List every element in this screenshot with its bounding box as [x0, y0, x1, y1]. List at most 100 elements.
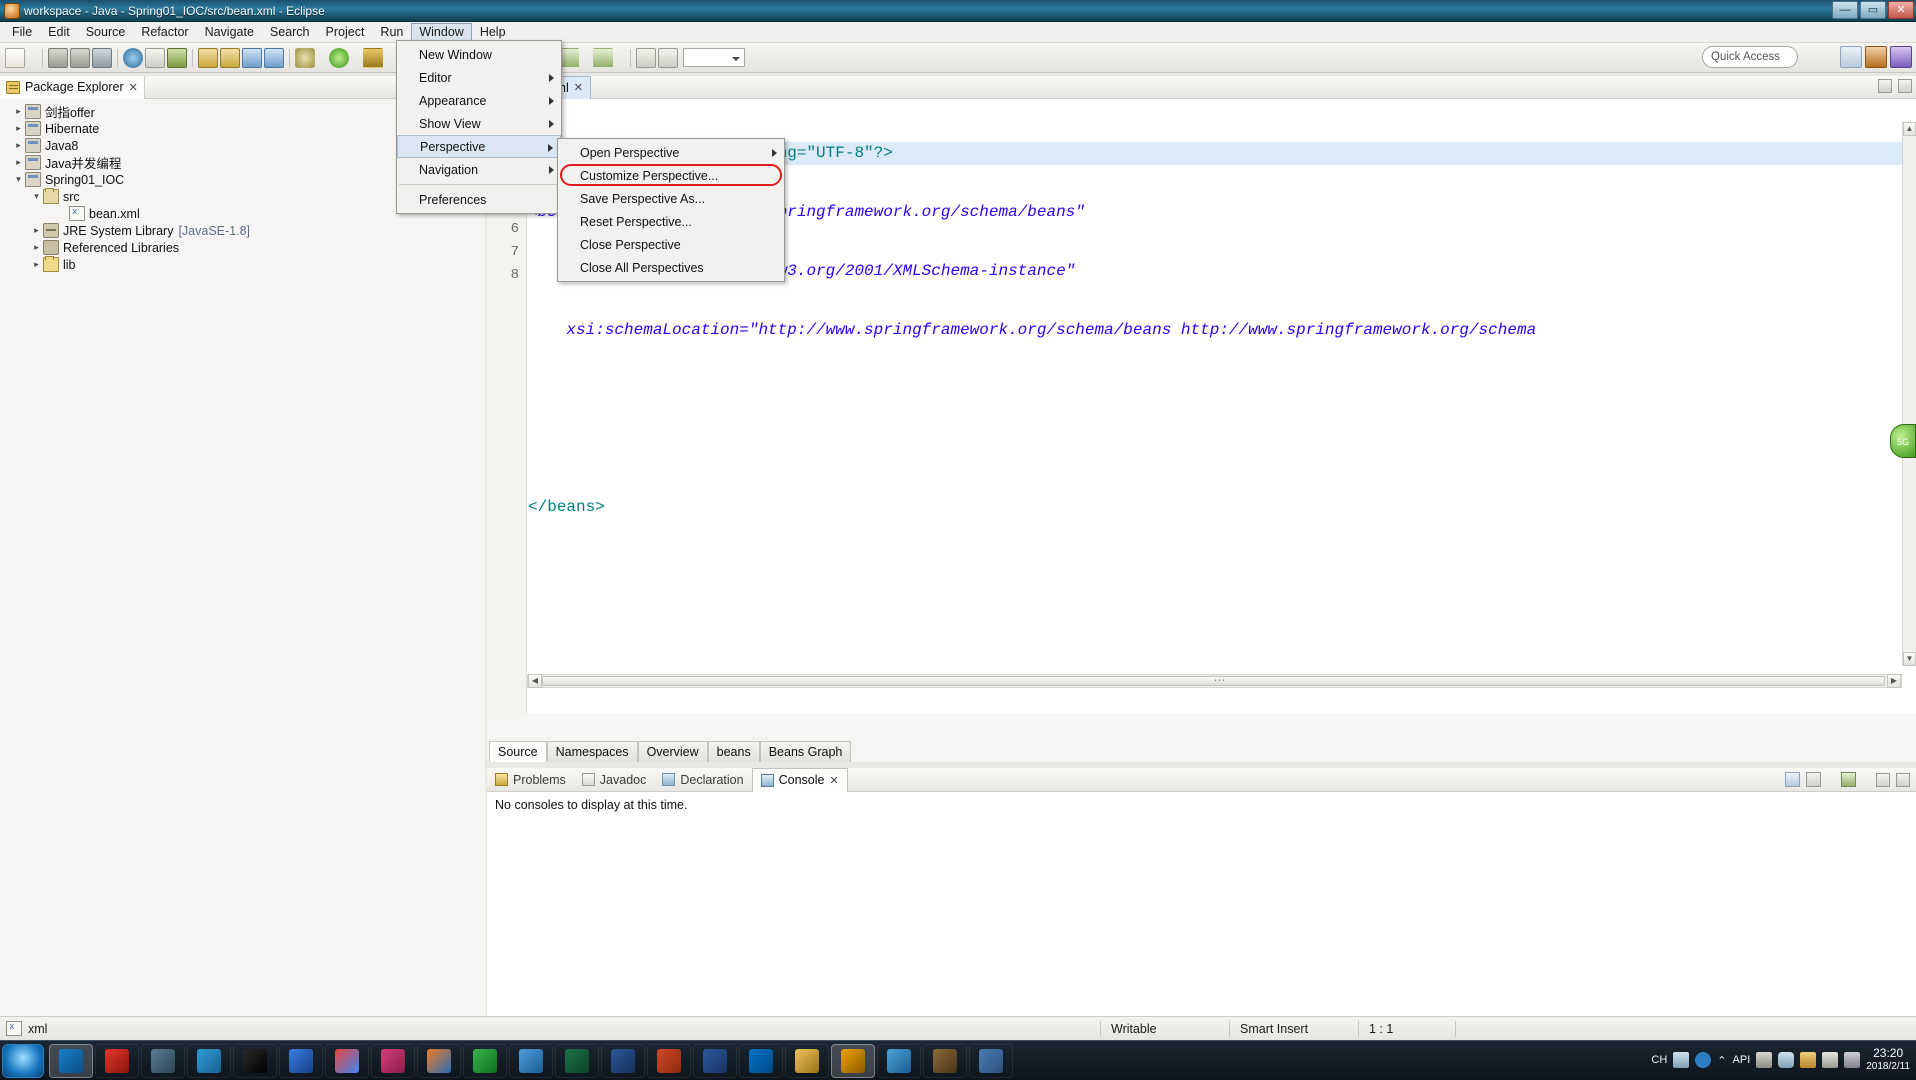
start-button[interactable] — [2, 1043, 44, 1078]
ime-indicator[interactable]: CH — [1651, 1054, 1667, 1066]
maximize-button[interactable]: ▭ — [1860, 1, 1886, 19]
quick-access-input[interactable]: Quick Access — [1702, 46, 1798, 68]
forward-icon[interactable] — [593, 47, 613, 68]
menu-navigate[interactable]: Navigate — [197, 23, 262, 41]
new-java-project-icon[interactable] — [198, 47, 218, 68]
chevron-up-icon[interactable]: ⌃ — [1717, 1054, 1726, 1067]
taskbar-item-chrome-icon[interactable] — [325, 1043, 369, 1078]
taskbar-item-outlook-icon[interactable] — [739, 1043, 783, 1078]
tree-row-jre[interactable]: ▸ JRE System Library [JavaSE-1.8] — [4, 222, 485, 239]
menu-item-editor[interactable]: Editor — [397, 66, 561, 89]
expand-arrow-icon[interactable]: ▸ — [30, 259, 43, 270]
taskbar-item-excel-icon[interactable] — [555, 1043, 599, 1078]
open-type-icon[interactable] — [123, 47, 143, 68]
menu-item-reset-perspective[interactable]: Reset Perspective... — [558, 210, 784, 233]
menu-item-close-perspective[interactable]: Close Perspective — [558, 233, 784, 256]
build-icon[interactable] — [167, 47, 187, 68]
menu-item-show-view[interactable]: Show View — [397, 112, 561, 135]
close-button[interactable]: ✕ — [1888, 1, 1914, 19]
open-console-dropdown-icon[interactable] — [1862, 772, 1870, 787]
editor-horizontal-scrollbar[interactable]: ◀ ▶ — [527, 673, 1902, 688]
taskbar-item-visio-icon[interactable] — [601, 1043, 645, 1078]
save-icon[interactable] — [48, 47, 68, 68]
menu-item-customize-perspective[interactable]: Customize Perspective... — [558, 164, 784, 187]
close-icon[interactable]: ✕ — [129, 81, 138, 94]
taskbar-item-tools-icon[interactable] — [141, 1043, 185, 1078]
minimize-button[interactable]: — — [1832, 1, 1858, 19]
cloud-icon[interactable] — [1778, 1052, 1795, 1068]
minimize-icon[interactable] — [1876, 772, 1890, 787]
maximize-icon[interactable] — [1898, 79, 1912, 93]
menu-item-navigation[interactable]: Navigation — [397, 158, 561, 181]
taskbar-item-edge-icon[interactable] — [49, 1043, 93, 1078]
scroll-left-icon[interactable]: ◀ — [528, 674, 542, 688]
expand-arrow-icon[interactable]: ▸ — [12, 140, 25, 151]
new-console-view-icon[interactable] — [1785, 772, 1800, 787]
volume-icon[interactable] — [1673, 1052, 1690, 1068]
collapse-arrow-icon[interactable]: ▾ — [12, 174, 25, 185]
taskbar-item-cmd-icon[interactable] — [233, 1043, 277, 1078]
taskbar-item-explorer-icon[interactable] — [785, 1043, 829, 1078]
taskbar-item-eclipse-icon[interactable] — [969, 1043, 1013, 1078]
menu-item-new-window[interactable]: New Window — [397, 43, 561, 66]
search-icon[interactable] — [145, 47, 165, 68]
java-ee-perspective-icon[interactable] — [1890, 46, 1912, 68]
minimize-icon[interactable] — [1878, 79, 1892, 93]
taskbar-item-gmail-icon[interactable] — [509, 1043, 553, 1078]
java-perspective-icon[interactable] — [1865, 46, 1887, 68]
expand-arrow-icon[interactable]: ▸ — [12, 157, 25, 168]
menu-window[interactable]: Window — [411, 23, 472, 41]
taskbar-item-word-icon[interactable] — [693, 1043, 737, 1078]
console-output[interactable]: No consoles to display at this time. — [487, 792, 1916, 1016]
new-package-icon[interactable] — [220, 47, 240, 68]
taskbar-item-music-icon[interactable] — [95, 1043, 139, 1078]
new-class-icon[interactable] — [242, 47, 262, 68]
tab-namespaces[interactable]: Namespaces — [546, 741, 638, 762]
run-dropdown-icon[interactable] — [351, 48, 361, 68]
tab-declaration[interactable]: Declaration — [654, 768, 751, 792]
back-icon[interactable] — [559, 47, 579, 68]
taskbar-item-game-icon[interactable] — [923, 1043, 967, 1078]
menu-run[interactable]: Run — [372, 23, 411, 41]
help-icon[interactable] — [1695, 1052, 1712, 1068]
tree-row-lib[interactable]: ▸ lib — [4, 256, 485, 273]
collapse-arrow-icon[interactable]: ▾ — [30, 191, 43, 202]
toggle-mark-occurrences-icon[interactable] — [658, 47, 678, 68]
floating-widget[interactable]: 5G — [1890, 424, 1916, 458]
tab-javadoc[interactable]: Javadoc — [574, 768, 655, 792]
taskbar-item-ring-icon[interactable] — [463, 1043, 507, 1078]
new-icon[interactable] — [5, 47, 25, 68]
menu-edit[interactable]: Edit — [40, 23, 78, 41]
usb-icon[interactable] — [1844, 1052, 1861, 1068]
taskbar-item-ie-icon[interactable] — [187, 1043, 231, 1078]
flag-icon[interactable] — [1822, 1052, 1839, 1068]
api-indicator[interactable]: API — [1733, 1054, 1751, 1066]
menu-item-close-all-perspectives[interactable]: Close All Perspectives — [558, 256, 784, 279]
external-tools-icon[interactable] — [363, 47, 383, 68]
run-icon[interactable] — [329, 47, 349, 68]
external-tools-dropdown-icon[interactable] — [385, 48, 395, 68]
debug-icon[interactable] — [295, 47, 315, 68]
taskbar-item-browser-icon[interactable] — [877, 1043, 921, 1078]
menu-item-preferences[interactable]: Preferences — [397, 188, 561, 211]
tree-row-referenced-libraries[interactable]: ▸ Referenced Libraries — [4, 239, 485, 256]
taskbar-item-media-player-icon[interactable] — [831, 1043, 875, 1078]
print-icon[interactable] — [92, 47, 112, 68]
pin-editor-icon[interactable] — [636, 47, 656, 68]
expand-arrow-icon[interactable]: ▸ — [30, 242, 43, 253]
forward-dropdown-icon[interactable] — [615, 48, 625, 68]
close-icon[interactable]: ✕ — [829, 774, 838, 787]
display-selected-console-dropdown-icon[interactable] — [1827, 772, 1835, 787]
scroll-up-icon[interactable]: ▲ — [1903, 122, 1916, 136]
tab-problems[interactable]: Problems — [487, 768, 574, 792]
scroll-thumb[interactable] — [542, 673, 1885, 687]
new-wizard-dropdown-icon[interactable] — [27, 48, 37, 68]
tab-source[interactable]: Source — [489, 741, 547, 762]
tab-package-explorer[interactable]: Package Explorer ✕ — [0, 75, 145, 99]
menu-item-save-perspective-as[interactable]: Save Perspective As... — [558, 187, 784, 210]
working-set-combo[interactable] — [683, 48, 745, 67]
save-all-icon[interactable] — [70, 47, 90, 68]
menu-help[interactable]: Help — [472, 23, 514, 41]
menu-item-appearance[interactable]: Appearance — [397, 89, 561, 112]
editor-vertical-scrollbar[interactable]: ▲ ▼ — [1902, 122, 1916, 666]
